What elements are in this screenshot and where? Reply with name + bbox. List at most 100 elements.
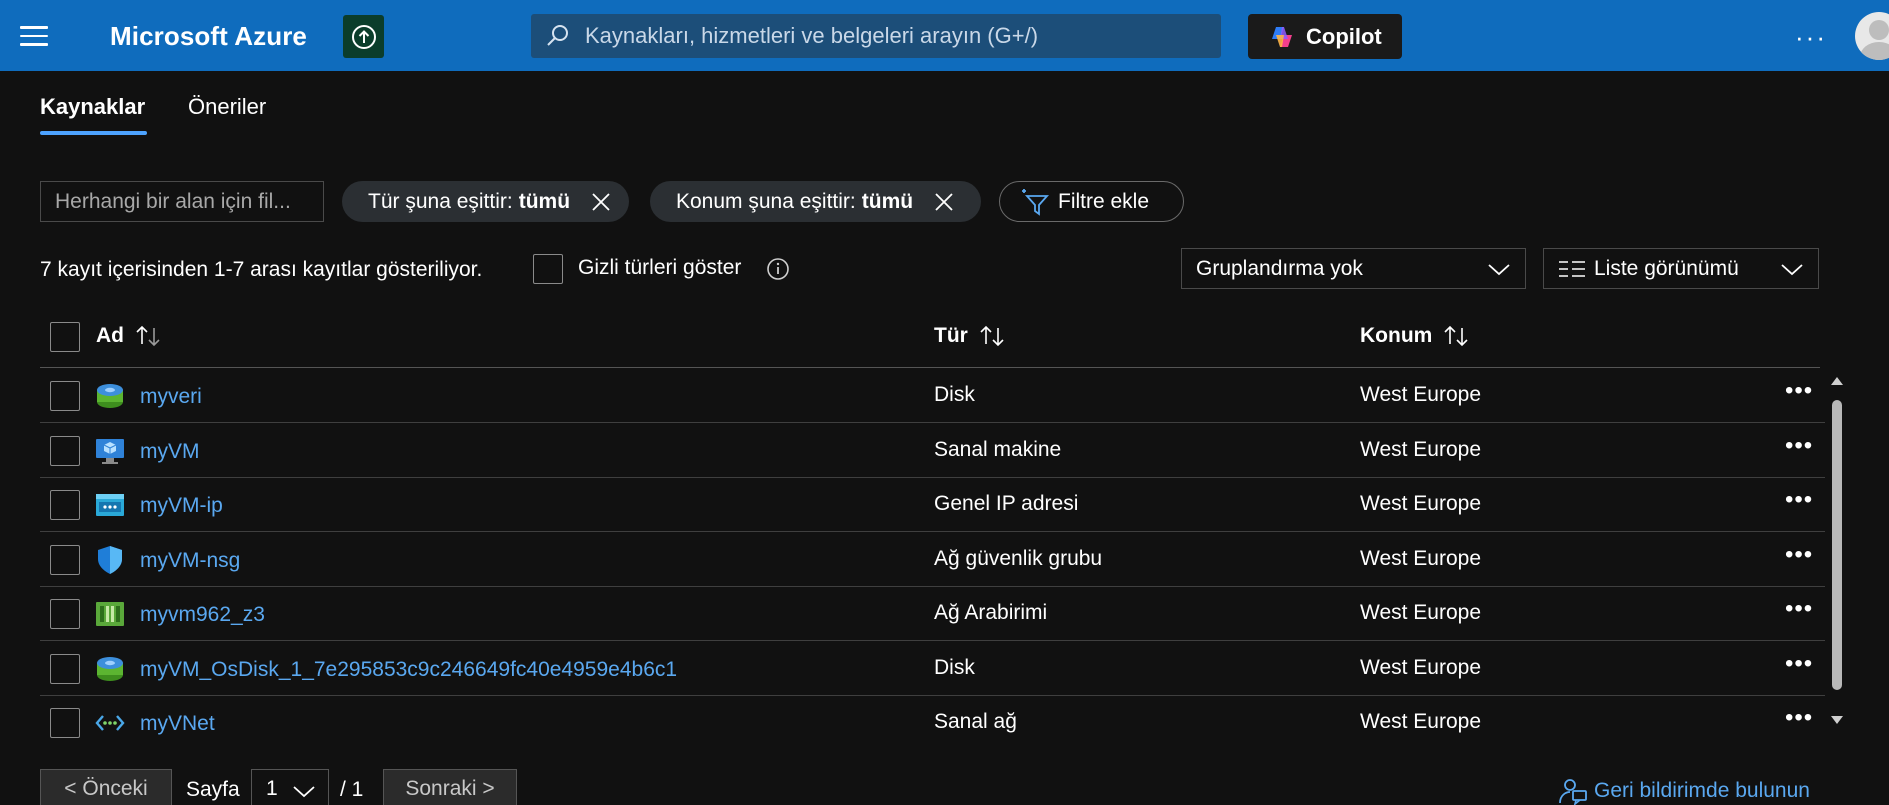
column-header-type[interactable]: Tür: [934, 324, 1008, 348]
virtual-machine-icon: [96, 439, 124, 464]
resource-location: West Europe: [1360, 438, 1482, 461]
page-label: Sayfa: [186, 778, 240, 801]
current-page: 1: [266, 777, 278, 800]
row-checkbox[interactable]: [50, 654, 80, 684]
close-icon[interactable]: [590, 191, 612, 213]
scroll-down-icon[interactable]: [1830, 713, 1844, 727]
copilot-label: Copilot: [1306, 23, 1382, 49]
resource-name-link[interactable]: myVM_OsDisk_1_7e295853c9c246649fc40e4959…: [140, 658, 677, 682]
scroll-up-icon[interactable]: [1830, 374, 1844, 388]
resource-name-link[interactable]: myveri: [140, 385, 202, 409]
record-count: 7 kayıt içerisinden 1-7 arası kayıtlar g…: [40, 258, 483, 281]
row-checkbox[interactable]: [50, 545, 80, 575]
sort-icon[interactable]: [1442, 324, 1472, 348]
network-interface-icon: [96, 602, 124, 626]
search-input[interactable]: [585, 23, 1205, 49]
resource-type: Ağ Arabirimi: [934, 601, 1048, 624]
column-header-location-label: Konum: [1360, 324, 1433, 347]
info-icon[interactable]: [766, 257, 790, 281]
select-all-checkbox[interactable]: [50, 322, 80, 352]
table-row[interactable]: myVM-nsg Ağ güvenlik grubu West Europe •…: [40, 533, 1825, 587]
previous-page-button[interactable]: < Önceki: [40, 769, 172, 805]
grouping-dropdown[interactable]: Gruplandırma yok: [1181, 248, 1526, 289]
chevron-down-icon: [1781, 264, 1803, 276]
copilot-icon: [1272, 26, 1292, 47]
close-icon[interactable]: [933, 191, 955, 213]
chevron-down-icon: [1488, 264, 1510, 276]
table-row[interactable]: myVM Sanal makine West Europe •••: [40, 424, 1825, 478]
copilot-button[interactable]: Copilot: [1248, 14, 1402, 59]
column-header-location[interactable]: Konum: [1360, 324, 1472, 348]
resource-location: West Europe: [1360, 547, 1482, 570]
active-tab-indicator: [40, 131, 147, 135]
feedback-link[interactable]: Geri bildirimde bulunun: [1558, 777, 1810, 805]
type-filter-pill[interactable]: Tür şuna eşittir: tümü: [342, 181, 629, 222]
location-filter-pill[interactable]: Konum şuna eşittir: tümü: [650, 181, 981, 222]
tab-kaynaklar[interactable]: Kaynaklar: [40, 94, 145, 120]
row-more-options-icon[interactable]: •••: [1785, 704, 1813, 732]
row-more-options-icon[interactable]: •••: [1785, 377, 1813, 405]
resource-type: Sanal ağ: [934, 710, 1017, 733]
total-pages: / 1: [340, 778, 364, 801]
list-view-icon: [1559, 260, 1585, 277]
resource-type: Disk: [934, 656, 975, 679]
add-filter-button[interactable]: Filtre ekle: [999, 181, 1184, 222]
resource-name-link[interactable]: myVM-nsg: [140, 549, 240, 573]
column-header-name[interactable]: Ad: [96, 324, 164, 348]
shield-icon: [98, 546, 122, 574]
public-ip-icon: [96, 494, 124, 516]
resource-type: Disk: [934, 383, 975, 406]
table-row[interactable]: myveri Disk West Europe •••: [40, 369, 1825, 423]
sort-icon[interactable]: [978, 324, 1008, 348]
row-more-options-icon[interactable]: •••: [1785, 486, 1813, 514]
feedback-icon: [1559, 779, 1587, 805]
resource-location: West Europe: [1360, 383, 1482, 406]
add-filter-label: Filtre ekle: [1058, 189, 1150, 213]
table-row[interactable]: myVM_OsDisk_1_7e295853c9c246649fc40e4959…: [40, 642, 1825, 696]
tab-oneriler[interactable]: Öneriler: [188, 94, 266, 120]
show-hidden-types-checkbox[interactable]: [533, 254, 563, 284]
view-dropdown[interactable]: Liste görünümü: [1543, 248, 1819, 289]
table-row[interactable]: myvm962_z3 Ağ Arabirimi West Europe •••: [40, 587, 1825, 641]
page-select[interactable]: 1: [251, 769, 329, 805]
upload-circle-icon: [351, 24, 376, 49]
resource-name-link[interactable]: myVM: [140, 440, 200, 464]
avatar[interactable]: [1855, 12, 1889, 60]
grouping-value: Gruplandırma yok: [1196, 256, 1363, 280]
row-more-options-icon[interactable]: •••: [1785, 595, 1813, 623]
resource-location: West Europe: [1360, 656, 1482, 679]
chevron-down-icon: [293, 786, 315, 798]
column-header-name-label: Ad: [96, 324, 124, 347]
table-row[interactable]: myVNet Sanal ağ West Europe •••: [40, 696, 1825, 750]
global-search[interactable]: [531, 14, 1221, 58]
more-options-icon[interactable]: ···: [1795, 22, 1827, 53]
brand-title[interactable]: Microsoft Azure: [110, 21, 307, 52]
row-checkbox[interactable]: [50, 436, 80, 466]
row-checkbox[interactable]: [50, 490, 80, 520]
scroll-thumb[interactable]: [1832, 400, 1842, 690]
row-more-options-icon[interactable]: •••: [1785, 432, 1813, 460]
location-filter-value: tümü: [861, 189, 914, 213]
type-filter-value: tümü: [518, 189, 571, 213]
row-more-options-icon[interactable]: •••: [1785, 650, 1813, 678]
resource-type: Sanal makine: [934, 438, 1062, 461]
row-checkbox[interactable]: [50, 381, 80, 411]
resource-name-link[interactable]: myVNet: [140, 712, 215, 736]
sort-icon[interactable]: [134, 324, 164, 348]
next-page-button[interactable]: Sonraki >: [383, 769, 517, 805]
row-checkbox[interactable]: [50, 708, 80, 738]
view-value: Liste görünümü: [1594, 256, 1739, 280]
location-filter-prefix: Konum şuna eşittir:: [676, 189, 856, 213]
resource-name-link[interactable]: myVM-ip: [140, 494, 223, 518]
table-scrollbar[interactable]: [1827, 372, 1847, 735]
show-hidden-types-label: Gizli türleri göster: [578, 256, 742, 279]
row-more-options-icon[interactable]: •••: [1785, 541, 1813, 569]
hamburger-menu-icon[interactable]: [20, 26, 48, 46]
header-divider: [40, 367, 1820, 368]
filter-input[interactable]: [40, 181, 324, 222]
column-header-type-label: Tür: [934, 324, 968, 347]
cloud-shell-upload-button[interactable]: [343, 15, 384, 58]
table-row[interactable]: myVM-ip Genel IP adresi West Europe •••: [40, 478, 1825, 532]
resource-name-link[interactable]: myvm962_z3: [140, 603, 265, 627]
row-checkbox[interactable]: [50, 599, 80, 629]
